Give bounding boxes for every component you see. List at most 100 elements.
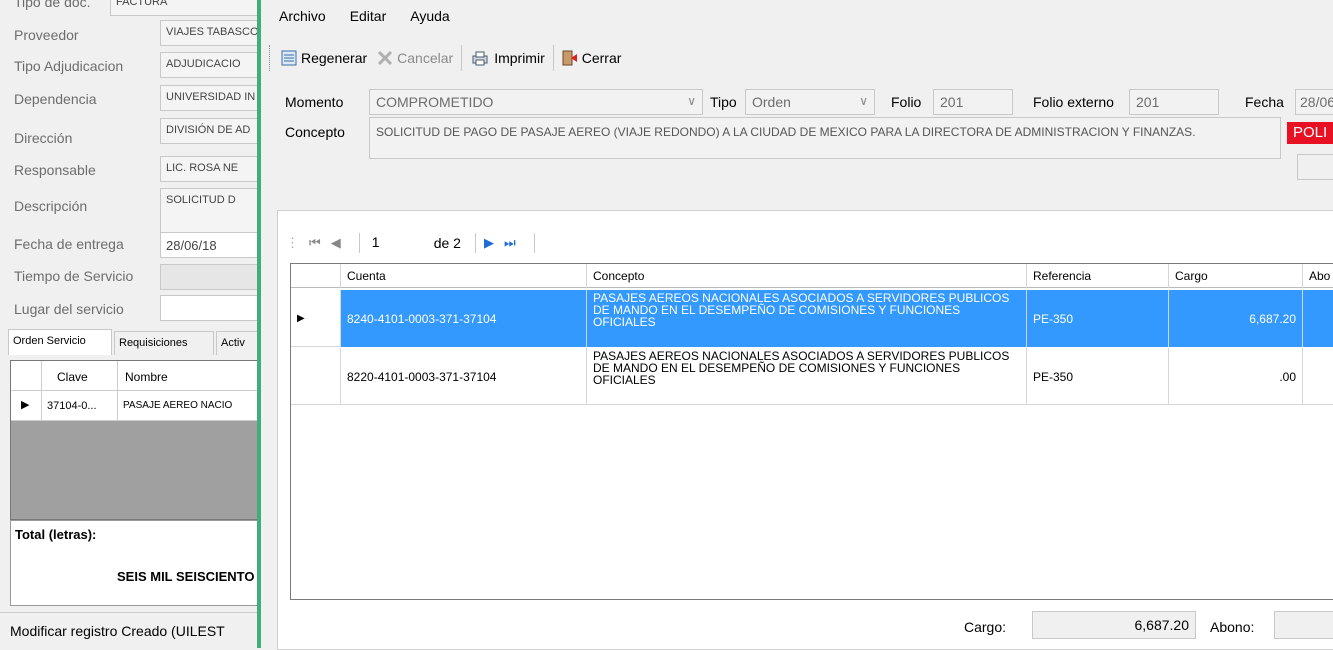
- bg-label-proveedor: Proveedor: [14, 27, 79, 43]
- grid-header-concepto[interactable]: Concepto: [587, 264, 1027, 288]
- background-window: Tipo de doc. FACTURA Proveedor VIAJES TA…: [0, 0, 262, 648]
- cell-cargo: 6,687.20: [1169, 290, 1303, 347]
- bg-grid-divider: [41, 361, 42, 390]
- grip-icon: ⋮: [286, 235, 299, 250]
- fecha-label: Fecha: [1245, 94, 1284, 110]
- bg-grid-cell-nombre: PASAJE AEREO NACIO: [123, 400, 233, 411]
- bg-label-dependencia: Dependencia: [14, 91, 97, 107]
- imprimir-label: Imprimir: [494, 50, 545, 66]
- grid-header-referencia[interactable]: Referencia: [1027, 264, 1169, 288]
- toolbar-separator: [552, 45, 554, 71]
- bg-status-bar: Modificar registro Creado (UILEST: [0, 612, 262, 648]
- bg-grid-divider: [117, 391, 118, 420]
- bg-grid-header-nombre: Nombre: [125, 370, 168, 384]
- bg-field-direccion[interactable]: DIVISIÓN DE AD: [160, 118, 262, 144]
- folio-field[interactable]: 201: [933, 89, 1013, 115]
- bg-label-tiempo-servicio: Tiempo de Servicio: [14, 268, 134, 284]
- table-row[interactable]: 8220-4101-0003-371-37104 PASAJES AEREOS …: [291, 348, 1333, 405]
- bg-grid-header: Clave Nombre: [11, 361, 261, 391]
- prev-page-icon[interactable]: ◀: [331, 235, 341, 251]
- tipo-value: Orden: [752, 94, 791, 110]
- tab-actividades[interactable]: Activ: [216, 331, 262, 355]
- bg-label-tipo-adjudicacion: Tipo Adjudicacion: [14, 58, 124, 74]
- concepto-textarea[interactable]: SOLICITUD DE PAGO DE PASAJE AEREO (VIAJE…: [369, 117, 1281, 159]
- poliza-field[interactable]: [1297, 154, 1333, 180]
- bg-field-tiempo-servicio[interactable]: [160, 264, 262, 290]
- polizas-grid: Cuenta Concepto Referencia Cargo Abo ▶ 8…: [290, 263, 1333, 600]
- tab-orden-servicio[interactable]: Orden Servicio: [8, 329, 112, 355]
- bg-label-responsable: Responsable: [14, 162, 96, 178]
- regenerate-icon: [281, 50, 297, 66]
- menu-ayuda[interactable]: Ayuda: [410, 8, 449, 30]
- tab-requisiciones[interactable]: Requisiciones: [114, 331, 214, 355]
- grid-header: Cuenta Concepto Referencia Cargo Abo: [291, 264, 1333, 288]
- regenerar-button[interactable]: Regenerar: [279, 48, 369, 68]
- page-input[interactable]: 1: [368, 232, 426, 254]
- cell-abono: [1303, 348, 1333, 405]
- menu-bar: Archivo Editar Ayuda: [279, 8, 474, 30]
- page-count: de 2: [433, 235, 461, 251]
- bg-label-lugar-servicio: Lugar del servicio: [14, 301, 124, 317]
- grid-header-cargo[interactable]: Cargo: [1169, 264, 1303, 288]
- tipo-label: Tipo: [710, 94, 737, 110]
- bg-field-tipo-doc[interactable]: FACTURA: [110, 0, 262, 16]
- poliza-badge: POLI: [1287, 122, 1333, 144]
- last-page-icon[interactable]: ⏭: [504, 235, 516, 251]
- poliza-window: Archivo Editar Ayuda Regenerar Cancelar …: [257, 0, 1333, 650]
- momento-select[interactable]: COMPROMETIDO ∨: [369, 89, 703, 115]
- exit-icon: [562, 50, 577, 66]
- menu-editar[interactable]: Editar: [350, 8, 387, 30]
- momento-label: Momento: [285, 94, 344, 110]
- grid-panel: ⋮ ⏮ ◀ 1 de 2 ▶ ⏭ Cuenta Concepto Referen…: [277, 210, 1333, 650]
- chevron-down-icon: ∨: [859, 94, 868, 108]
- fecha-field[interactable]: 28/06: [1295, 89, 1333, 115]
- row-indicator-icon: ▶: [291, 290, 341, 347]
- bg-grid-row[interactable]: ▶ 37104-0... PASAJE AEREO NACIO: [11, 391, 261, 421]
- next-page-icon[interactable]: ▶: [484, 235, 494, 251]
- folio-label: Folio: [891, 94, 922, 110]
- bg-field-tipo-adjudicacion[interactable]: ADJUDICACIO: [160, 52, 262, 78]
- cargo-total-label: Cargo:: [964, 619, 1007, 635]
- toolbar-separator: [461, 45, 463, 71]
- toolbar: Regenerar Cancelar Imprimir Cerrar: [269, 40, 1329, 76]
- first-page-icon[interactable]: ⏮: [309, 235, 321, 251]
- cerrar-button[interactable]: Cerrar: [560, 48, 624, 68]
- abono-total-field[interactable]: [1274, 611, 1333, 639]
- cargo-total-field[interactable]: 6,687.20: [1032, 611, 1196, 639]
- bg-field-dependencia[interactable]: UNIVERSIDAD IN: [160, 85, 262, 111]
- cancelar-button[interactable]: Cancelar: [375, 48, 455, 68]
- momento-value: COMPROMETIDO: [376, 94, 494, 110]
- cancelar-label: Cancelar: [397, 50, 454, 66]
- bg-label-tipo-doc: Tipo de doc.: [14, 0, 91, 10]
- toolbar-grip[interactable]: [269, 45, 273, 71]
- cell-referencia: PE-350: [1027, 290, 1169, 347]
- folio-externo-label: Folio externo: [1033, 94, 1114, 110]
- concepto-label: Concepto: [285, 124, 345, 140]
- bg-total-panel: Total (letras): SEIS MIL SEISCIENTO: [10, 520, 262, 606]
- cell-cuenta: 8240-4101-0003-371-37104: [341, 290, 587, 347]
- bg-grid-header-clave: Clave: [57, 370, 88, 384]
- bg-label-descripcion: Descripción: [14, 198, 88, 214]
- table-row[interactable]: ▶ 8240-4101-0003-371-37104 PASAJES AEREO…: [291, 290, 1333, 347]
- bg-grid-divider: [41, 391, 42, 420]
- imprimir-button[interactable]: Imprimir: [468, 48, 547, 68]
- menu-archivo[interactable]: Archivo: [279, 8, 326, 30]
- row-indicator-icon: ▶: [21, 399, 30, 411]
- cell-concepto: PASAJES AEREOS NACIONALES ASOCIADOS A SE…: [587, 290, 1027, 347]
- grid-header-abono[interactable]: Abo: [1303, 264, 1333, 288]
- pager: ⋮ ⏮ ◀ 1 de 2 ▶ ⏭: [286, 231, 543, 255]
- tipo-select[interactable]: Orden ∨: [745, 89, 875, 115]
- cell-cuenta: 8220-4101-0003-371-37104: [341, 348, 587, 405]
- cerrar-label: Cerrar: [581, 50, 622, 66]
- grid-header-rowhead: [291, 264, 341, 288]
- bg-total-label: Total (letras):: [15, 527, 97, 542]
- bg-field-fecha-entrega[interactable]: 28/06/18: [160, 232, 262, 258]
- bg-field-proveedor[interactable]: VIAJES TABASCO: [160, 20, 262, 46]
- chevron-down-icon: ∨: [687, 94, 696, 108]
- bg-field-lugar-servicio[interactable]: [160, 295, 262, 321]
- grid-header-cuenta[interactable]: Cuenta: [341, 264, 587, 288]
- cell-abono: [1303, 290, 1333, 347]
- folio-externo-field[interactable]: 201: [1129, 89, 1219, 115]
- cell-referencia: PE-350: [1027, 348, 1169, 405]
- bg-field-responsable[interactable]: LIC. ROSA NE: [160, 156, 262, 182]
